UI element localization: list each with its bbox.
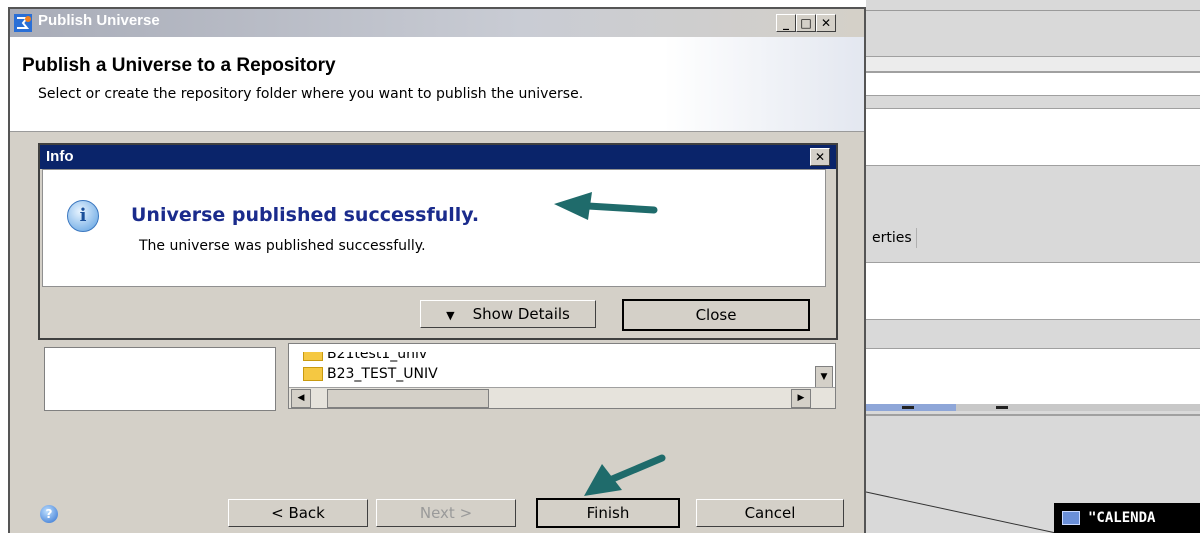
repository-folder-tree[interactable]: B21test1_univ B23_TEST_UNIV ▼ ◀ ▶ — [288, 343, 836, 409]
info-titlebar: Info ✕ — [40, 145, 836, 169]
bg-panel-3 — [866, 348, 1200, 406]
info-close-dialog-button[interactable]: Close — [622, 299, 810, 331]
app-icon — [14, 14, 32, 32]
next-button[interactable]: Next > — [376, 499, 516, 527]
info-title: Info — [46, 148, 74, 165]
info-body: i Universe published successfully. The u… — [42, 169, 826, 287]
folder-icon — [303, 367, 323, 381]
calendar-table-node[interactable]: "CALENDA — [1054, 503, 1200, 533]
bg-connector-line — [866, 491, 1057, 533]
wizard-header: Publish a Universe to a Repository Selec… — [10, 37, 864, 132]
info-icon: i — [67, 200, 99, 232]
bg-line — [866, 414, 1200, 416]
bg-panel-2 — [866, 262, 1200, 320]
bg-scrollbar[interactable] — [866, 404, 1200, 411]
wizard-window-title: Publish Universe — [38, 12, 160, 29]
bg-field — [866, 72, 1200, 96]
arrow-annotation-icon — [584, 454, 666, 496]
wizard-heading: Publish a Universe to a Repository — [22, 55, 336, 76]
info-close-button[interactable]: ✕ — [810, 148, 830, 166]
back-button[interactable]: < Back — [228, 499, 368, 527]
wizard-description: Select or create the repository folder w… — [38, 86, 584, 102]
chevron-down-icon: ▼ — [446, 309, 455, 322]
arrow-annotation-icon — [554, 192, 658, 220]
minimize-button[interactable]: _ — [776, 14, 796, 32]
wizard-titlebar: Publish Universe _ □ ✕ — [10, 9, 864, 37]
table-label: "CALENDA — [1088, 510, 1156, 526]
cancel-button[interactable]: Cancel — [696, 499, 844, 527]
info-heading: Universe published successfully. — [131, 204, 480, 226]
scroll-down-button[interactable]: ▼ — [815, 366, 833, 388]
show-details-button[interactable]: ▼ Show Details — [420, 300, 596, 328]
horizontal-scrollbar[interactable]: ◀ ▶ — [289, 387, 835, 408]
help-icon[interactable]: ? — [40, 505, 58, 523]
tree-item[interactable]: B23_TEST_UNIV — [303, 364, 438, 384]
info-dialog: Info ✕ i Universe published successfully… — [38, 143, 838, 340]
repository-list[interactable] — [44, 347, 276, 411]
tree-item[interactable]: B21test1_univ — [303, 352, 427, 364]
bg-panel — [866, 108, 1200, 166]
info-message: The universe was published successfully. — [139, 238, 426, 254]
maximize-button[interactable]: □ — [796, 14, 816, 32]
bg-divider — [866, 10, 1200, 11]
finish-button[interactable]: Finish — [536, 498, 680, 528]
table-icon — [1062, 511, 1080, 525]
background-application: erties "CALENDA — [866, 0, 1200, 533]
close-window-button[interactable]: ✕ — [816, 14, 836, 32]
scroll-thumb[interactable] — [327, 389, 489, 408]
bg-properties-tab[interactable]: erties — [868, 228, 917, 248]
bg-toolbar — [866, 56, 1200, 72]
scroll-right-button[interactable]: ▶ — [791, 389, 811, 408]
folder-icon — [303, 352, 323, 361]
scroll-left-button[interactable]: ◀ — [291, 389, 311, 408]
